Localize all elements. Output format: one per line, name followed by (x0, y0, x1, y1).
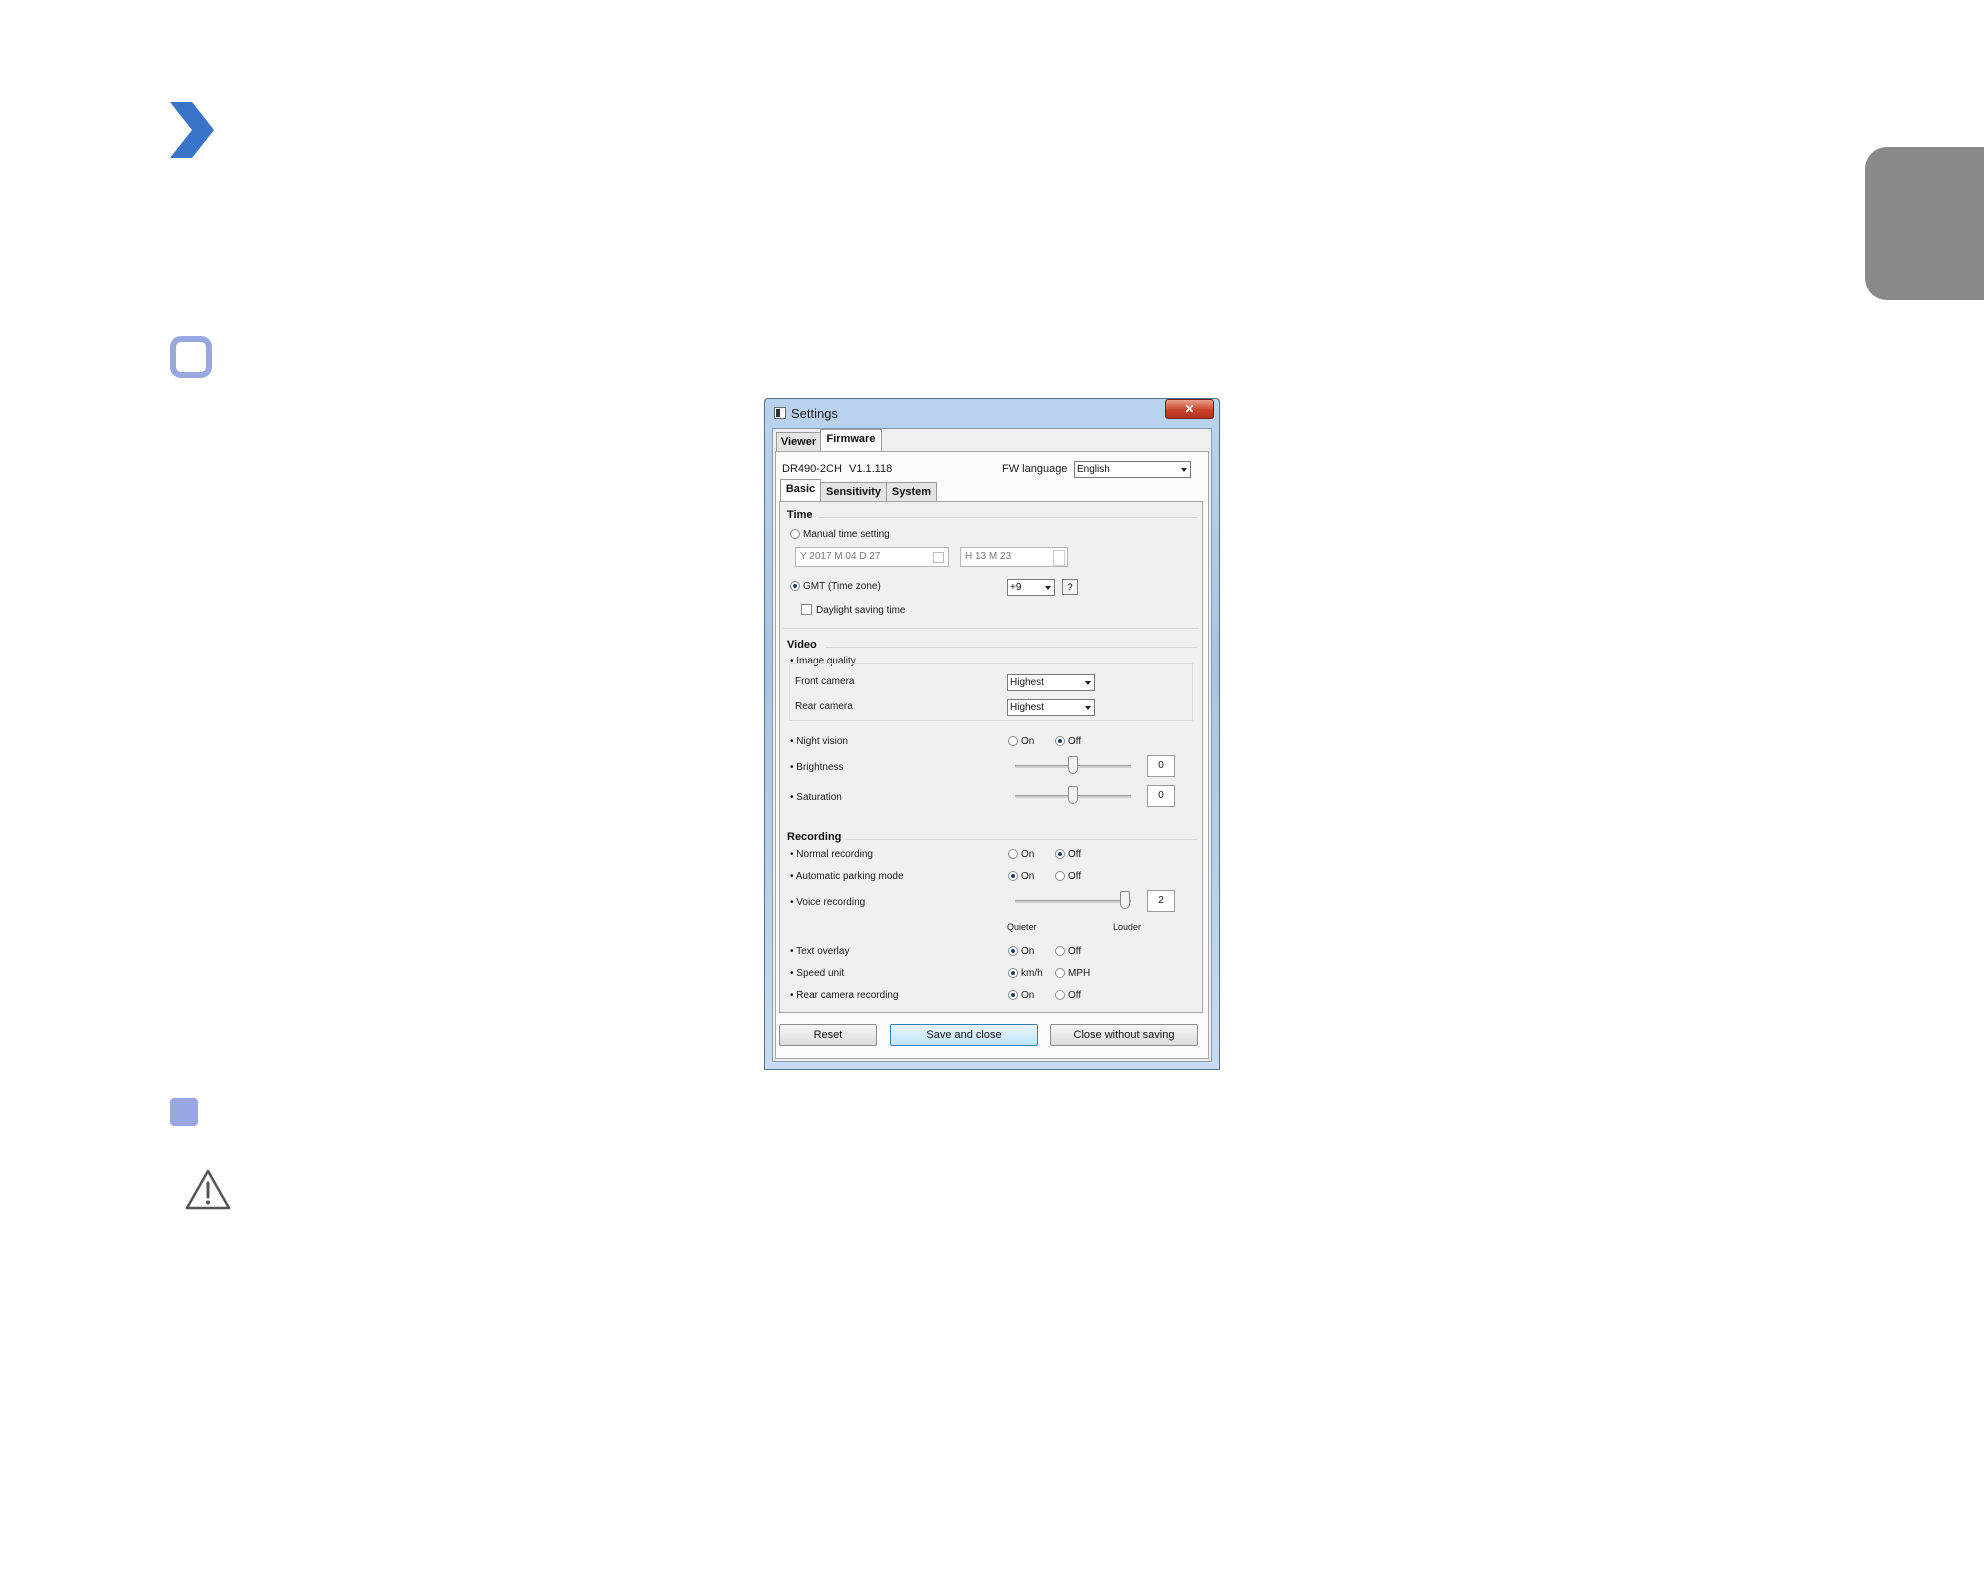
divider (819, 517, 1197, 518)
date-field[interactable]: Y 2017 M 04 D 27 (795, 547, 949, 567)
text-overlay-on-label: On (1021, 946, 1035, 957)
help-button[interactable]: ? (1062, 579, 1078, 595)
reset-button[interactable]: Reset (779, 1024, 877, 1046)
time-field[interactable]: H 13 M 23 (960, 547, 1068, 567)
rear-camera-select[interactable]: Highest (1007, 699, 1095, 716)
app-icon (774, 407, 786, 419)
night-vision-off-label: Off (1068, 736, 1082, 747)
gmt-radio[interactable] (790, 581, 800, 591)
chevron-down-icon (1085, 681, 1091, 685)
gmt-value: +9 (1010, 582, 1022, 593)
version-label: V1.1.118 (849, 463, 893, 475)
gmt-label: GMT (Time zone) (803, 581, 881, 592)
gmt-select[interactable]: +9 (1007, 579, 1055, 596)
dst-label: Daylight saving time (816, 605, 906, 616)
speed-mph-radio[interactable] (1055, 968, 1065, 978)
normal-recording-on-label: On (1021, 849, 1035, 860)
chevron-down-icon (1045, 586, 1051, 590)
front-camera-label: Front camera (795, 676, 855, 687)
brightness-value[interactable]: 0 (1147, 755, 1175, 777)
normal-recording-label: • Normal recording (790, 849, 873, 860)
text-overlay-on-radio[interactable] (1008, 946, 1018, 956)
night-vision-label: • Night vision (790, 736, 848, 747)
warning-icon (185, 1169, 231, 1210)
close-icon[interactable]: ✕ (1165, 399, 1214, 419)
manual-time-label: Manual time setting (803, 529, 890, 540)
tab-basic[interactable]: Basic (780, 479, 821, 502)
rear-recording-off-label: Off (1068, 990, 1082, 1001)
voice-recording-value[interactable]: 2 (1147, 890, 1175, 912)
voice-recording-label: • Voice recording (790, 897, 866, 908)
model-label: DR490-2CH (782, 463, 842, 475)
divider (845, 839, 1197, 840)
night-vision-on-label: On (1021, 736, 1035, 747)
tab-sensitivity[interactable]: Sensitivity (820, 482, 887, 501)
window-title: Settings (791, 406, 838, 421)
time-section-title: Time (787, 509, 813, 521)
louder-label: Louder (1113, 922, 1142, 932)
voice-slider-thumb[interactable] (1120, 891, 1130, 909)
parking-mode-on-radio[interactable] (1008, 871, 1018, 881)
manual-time-radio[interactable] (790, 529, 800, 539)
quieter-label: Quieter (1007, 922, 1037, 932)
spinner-icon[interactable] (1053, 550, 1065, 566)
save-and-close-button[interactable]: Save and close (890, 1024, 1038, 1046)
parking-mode-off-radio[interactable] (1055, 871, 1065, 881)
text-overlay-label: • Text overlay (790, 946, 850, 957)
speed-mph-label: MPH (1068, 968, 1091, 979)
rear-camera-value: Highest (1010, 702, 1044, 713)
settings-window: Settings ✕ Viewer Firmware DR490-2CH V1.… (764, 398, 1220, 1070)
side-tab (1865, 147, 1984, 300)
normal-recording-off-radio[interactable] (1055, 849, 1065, 859)
window-client: Viewer Firmware DR490-2CH V1.1.118 FW la… (772, 428, 1212, 1062)
front-camera-select[interactable]: Highest (1007, 674, 1095, 691)
text-overlay-off-label: Off (1068, 946, 1082, 957)
speed-kmh-label: km/h (1021, 968, 1043, 979)
brightness-slider-thumb[interactable] (1068, 756, 1078, 774)
text-overlay-off-radio[interactable] (1055, 946, 1065, 956)
fw-language-label: FW language (1002, 463, 1068, 475)
chevron-right-icon (170, 102, 214, 158)
fw-language-value: English (1077, 464, 1110, 475)
basic-panel (779, 501, 1203, 1013)
speed-kmh-radio[interactable] (1008, 968, 1018, 978)
calendar-icon (933, 552, 944, 563)
tab-firmware[interactable]: Firmware (820, 429, 882, 452)
normal-recording-on-radio[interactable] (1008, 849, 1018, 859)
chevron-down-icon (1181, 468, 1187, 472)
divider (783, 628, 1199, 629)
parking-mode-off-label: Off (1068, 871, 1082, 882)
rear-camera-label: Rear camera (795, 701, 853, 712)
normal-recording-off-label: Off (1068, 849, 1082, 860)
parking-mode-on-label: On (1021, 871, 1035, 882)
tab-viewer[interactable]: Viewer (776, 432, 821, 451)
parking-mode-label: • Automatic parking mode (790, 871, 904, 882)
divider (825, 647, 1197, 648)
rear-camera-recording-label: • Rear camera recording (790, 990, 899, 1001)
square-outline-icon (170, 336, 212, 378)
tab-system[interactable]: System (886, 482, 937, 501)
saturation-slider-thumb[interactable] (1068, 786, 1078, 804)
rear-recording-off-radio[interactable] (1055, 990, 1065, 1000)
speed-unit-label: • Speed unit (790, 968, 845, 979)
night-vision-on-radio[interactable] (1008, 736, 1018, 746)
close-without-saving-button[interactable]: Close without saving (1050, 1024, 1198, 1046)
dst-checkbox[interactable] (801, 604, 812, 615)
square-filled-icon (170, 1098, 198, 1126)
fw-language-select[interactable]: English (1074, 461, 1191, 478)
recording-section-title: Recording (787, 831, 842, 843)
night-vision-off-radio[interactable] (1055, 736, 1065, 746)
date-value: Y 2017 M 04 D 27 (800, 551, 881, 562)
rear-recording-on-label: On (1021, 990, 1035, 1001)
saturation-value[interactable]: 0 (1147, 785, 1175, 807)
front-camera-value: Highest (1010, 677, 1044, 688)
time-value: H 13 M 23 (965, 551, 1012, 562)
brightness-label: • Brightness (790, 762, 844, 773)
saturation-label: • Saturation (790, 792, 842, 803)
image-quality-group (789, 663, 1193, 721)
rear-recording-on-radio[interactable] (1008, 990, 1018, 1000)
chevron-down-icon (1085, 706, 1091, 710)
voice-slider-track[interactable] (1015, 900, 1131, 903)
video-section-title: Video (787, 639, 817, 651)
